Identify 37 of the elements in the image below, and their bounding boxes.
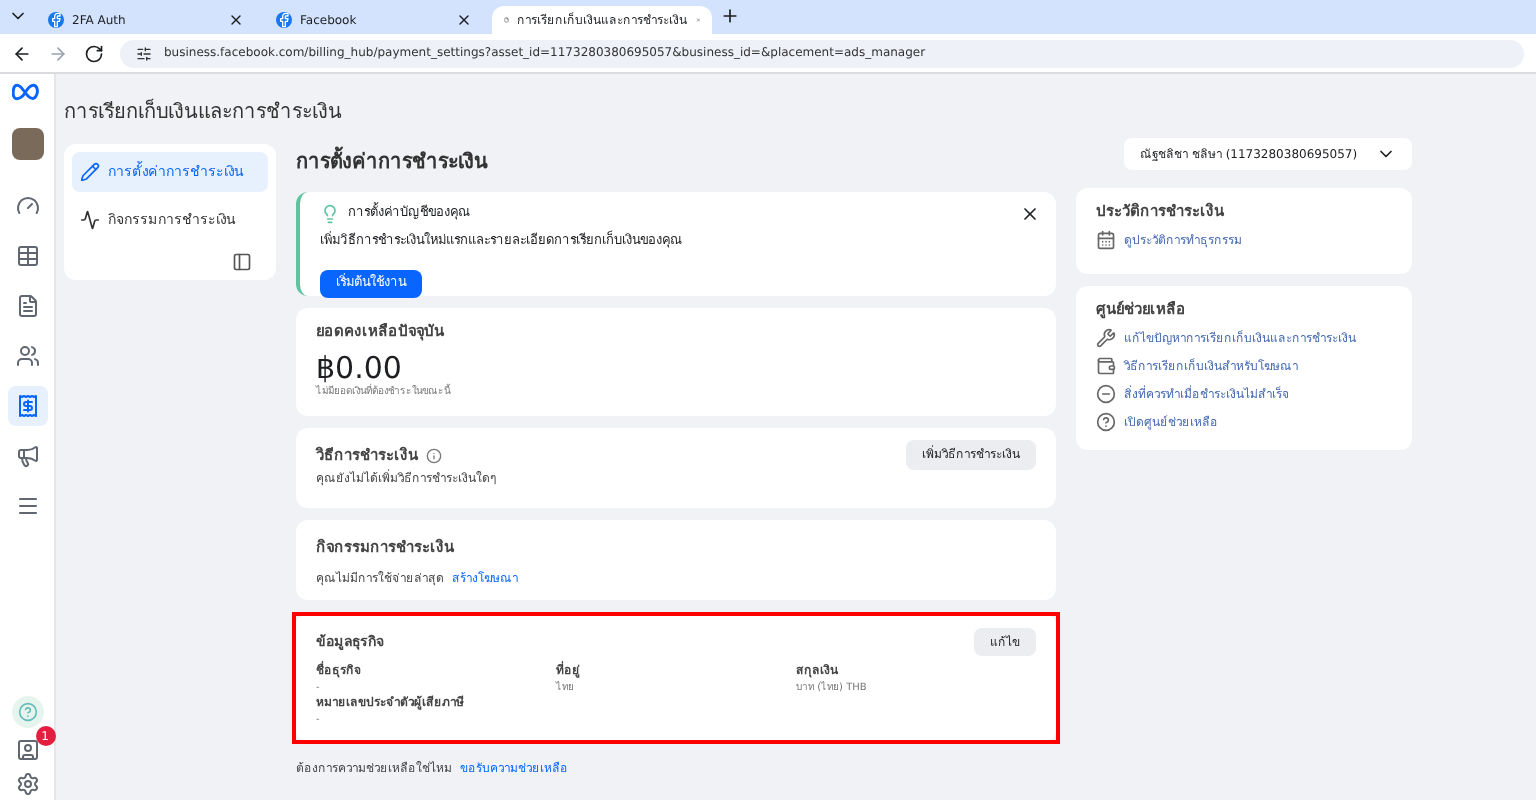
balance-amount: ฿0.00 — [316, 350, 402, 387]
reload-icon[interactable] — [84, 43, 104, 63]
settings-icon[interactable] — [15, 772, 39, 796]
account-icon[interactable] — [15, 738, 39, 762]
table-icon — [15, 244, 39, 268]
facebook-icon — [48, 12, 64, 28]
new-tab-icon[interactable] — [720, 6, 740, 26]
facebook-icon — [276, 12, 292, 28]
close-icon[interactable] — [456, 12, 472, 28]
document-icon — [15, 294, 39, 318]
receipt-icon — [15, 394, 39, 418]
close-icon[interactable] — [228, 12, 244, 28]
calendar-icon — [1096, 230, 1116, 251]
lightbulb-icon — [320, 204, 340, 224]
rail-button[interactable] — [7, 386, 47, 426]
megaphone-icon — [15, 444, 39, 468]
close-icon[interactable] — [1020, 204, 1040, 224]
info-icon[interactable] — [426, 447, 442, 463]
minus-circle-icon — [1096, 384, 1116, 405]
forward-icon[interactable] — [48, 43, 68, 63]
avatar[interactable] — [11, 128, 43, 160]
meta-logo-icon[interactable] — [11, 82, 43, 102]
pencil-icon — [80, 162, 100, 182]
help-icon — [1096, 412, 1116, 433]
page-icon — [504, 12, 509, 28]
wallet-icon — [1096, 356, 1116, 377]
menu-icon — [15, 494, 39, 518]
section-title: การตั้งค่าการชำระเงิน — [296, 147, 488, 177]
page-title: การเรียกเก็บเงินและการชำระเงิน — [64, 98, 344, 128]
site-info-icon[interactable] — [136, 45, 152, 61]
help-icon — [17, 702, 37, 722]
tools-icon — [1096, 328, 1116, 349]
gauge-icon — [15, 194, 39, 218]
collapse-panel-icon[interactable] — [232, 252, 252, 272]
activity-icon — [80, 210, 100, 230]
people-icon — [15, 344, 39, 368]
back-icon[interactable] — [12, 43, 32, 63]
